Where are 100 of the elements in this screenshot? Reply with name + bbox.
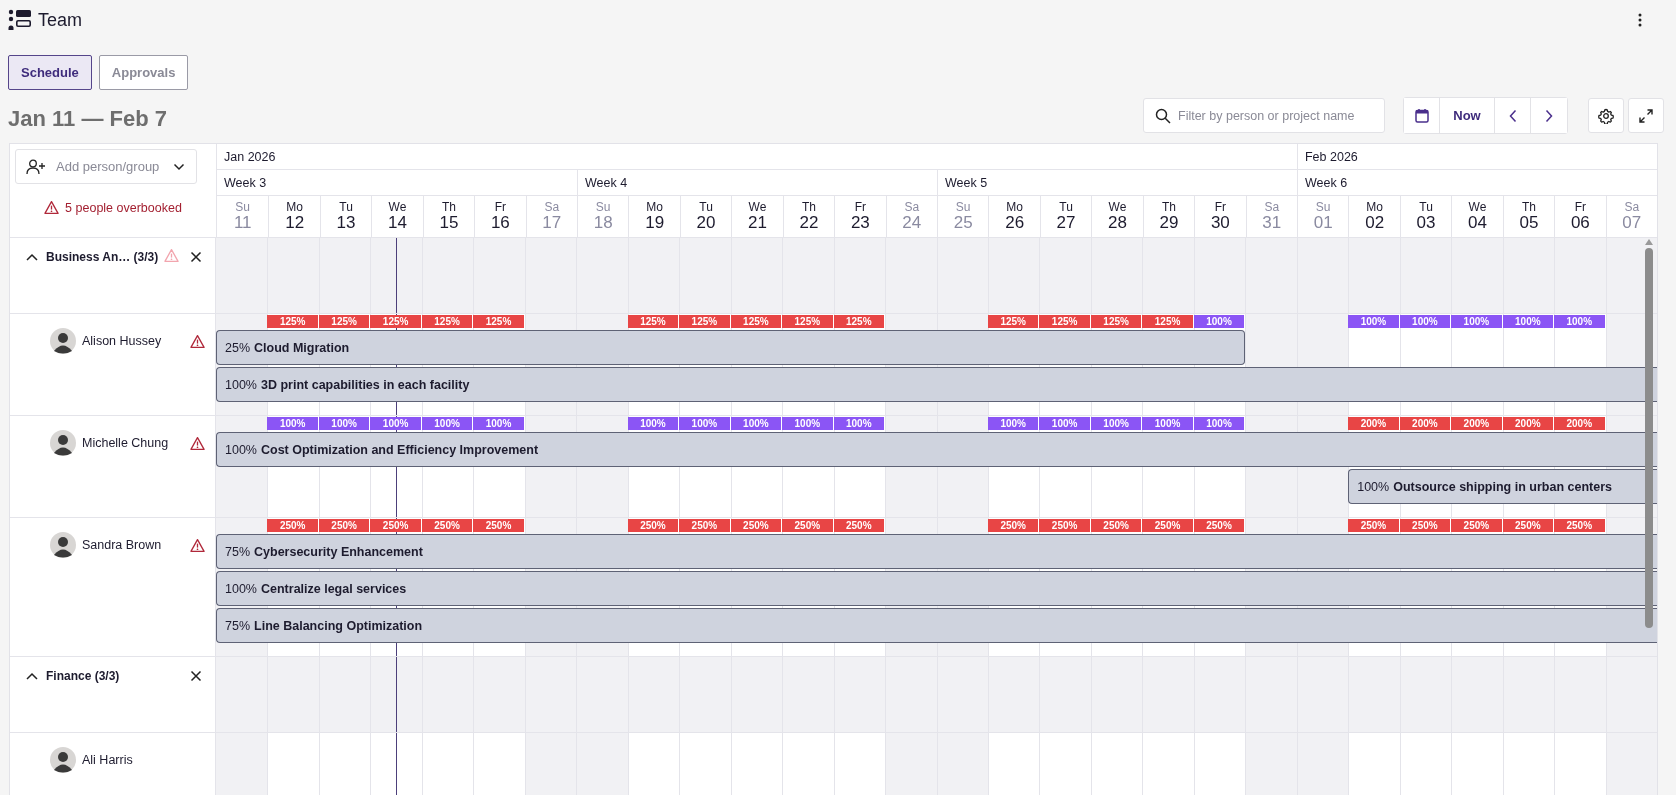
usage-chip: 250% <box>1039 519 1090 532</box>
usage-chip: 250% <box>782 519 833 532</box>
day-header: Tu 03 <box>1399 196 1452 237</box>
day-header: Sa 24 <box>885 196 937 237</box>
day-header: Th 29 <box>1142 196 1195 237</box>
usage-chip: 125% <box>987 315 1039 328</box>
day-header: We 21 <box>731 196 783 237</box>
usage-chip: 100% <box>1554 315 1605 328</box>
settings-icon[interactable] <box>1588 98 1624 133</box>
week-label: Week 5 <box>944 175 988 190</box>
booking-label: 100% Outsource shipping in urban centers <box>1357 479 1612 494</box>
usage-chip: 125% <box>627 315 679 328</box>
day-header: Fr 23 <box>834 196 886 237</box>
usage-chip: 100% <box>1090 417 1142 430</box>
team-icon <box>8 9 32 31</box>
day-header: Th 05 <box>1502 196 1555 237</box>
usage-chip: 125% <box>833 315 885 328</box>
usage-chip: 125% <box>421 315 473 328</box>
usage-chip: 250% <box>730 519 782 532</box>
day-header: Mo 19 <box>628 196 680 237</box>
scrollbar[interactable] <box>1645 248 1653 628</box>
day-header: Sa 31 <box>1245 196 1297 237</box>
day-header: Th 22 <box>782 196 835 237</box>
usage-chip: 100% <box>267 417 318 430</box>
avatar-icon <box>50 532 76 558</box>
usage-chip: 100% <box>421 417 473 430</box>
day-header: Sa 07 <box>1605 196 1657 237</box>
page-title: Team <box>38 9 82 31</box>
usage-chip: 125% <box>730 315 782 328</box>
usage-chip: 100% <box>627 417 679 430</box>
day-header: We 04 <box>1451 196 1503 237</box>
overbooked-warning: 5 people overbooked <box>65 200 182 215</box>
usage-chip: 250% <box>1193 519 1245 532</box>
day-header: Su 11 <box>232 199 253 234</box>
booking-label: 75% Cybersecurity Enhancement <box>225 544 423 559</box>
usage-chip: 125% <box>1090 315 1142 328</box>
warning-icon <box>44 200 60 215</box>
usage-chip: 250% <box>370 519 421 532</box>
usage-chip: 100% <box>833 417 885 430</box>
day-header: Th 15 <box>422 196 475 237</box>
avatar-icon <box>50 430 76 456</box>
usage-chip: 250% <box>421 519 473 532</box>
day-header: Fr 16 <box>474 196 526 237</box>
usage-chip: 250% <box>1554 519 1605 532</box>
day-header: Tu 27 <box>1039 196 1092 237</box>
group-name: Finance (3/3) <box>46 668 120 685</box>
usage-chip: 250% <box>318 519 370 532</box>
usage-chip: 100% <box>782 417 833 430</box>
usage-chip: 200% <box>1348 417 1399 430</box>
usage-chip: 125% <box>1039 315 1090 328</box>
scroll-up-icon[interactable] <box>1645 239 1653 245</box>
calendar-icon[interactable] <box>1404 98 1440 133</box>
person-name: Michelle Chung <box>82 436 169 450</box>
day-header: Sa 17 <box>525 196 577 237</box>
usage-chip: 250% <box>1142 519 1193 532</box>
usage-chip: 250% <box>987 519 1039 532</box>
usage-chip: 125% <box>1142 315 1193 328</box>
week-label: Week 3 <box>223 175 267 190</box>
usage-chip: 100% <box>987 417 1039 430</box>
usage-chip: 100% <box>1142 417 1193 430</box>
usage-chip: 125% <box>473 315 524 328</box>
usage-chip: 200% <box>1502 417 1554 430</box>
grid-cell <box>216 733 268 795</box>
day-header: Tu 20 <box>679 196 732 237</box>
person-name: Sandra Brown <box>82 538 162 552</box>
usage-chip: 250% <box>473 519 524 532</box>
usage-chip: 100% <box>1399 315 1451 328</box>
usage-chip: 100% <box>1193 417 1245 430</box>
day-header: Tu 13 <box>319 196 372 237</box>
usage-chip: 125% <box>318 315 370 328</box>
group-name: Business An… (3/3) <box>46 249 159 266</box>
expand-icon[interactable] <box>1628 98 1664 133</box>
tab[interactable]: Schedule <box>8 55 92 90</box>
usage-chip: 100% <box>1451 315 1502 328</box>
usage-chip: 100% <box>1502 315 1554 328</box>
day-header: Mo 02 <box>1348 196 1400 237</box>
booking-label: 75% Line Balancing Optimization <box>225 618 423 633</box>
more-menu-icon[interactable] <box>1636 11 1644 29</box>
day-header: Mo 26 <box>988 196 1040 237</box>
usage-chip: 250% <box>679 519 730 532</box>
usage-chip: 250% <box>1451 519 1502 532</box>
month-label: Feb 2026 <box>1304 149 1358 164</box>
avatar-icon <box>50 747 76 773</box>
chevron-down-icon <box>173 162 185 171</box>
usage-chip: 100% <box>679 417 730 430</box>
day-header: Su 25 <box>937 196 989 237</box>
booking-label: 100% Cost Optimization and Efficiency Improvement <box>225 442 539 457</box>
usage-chip: 100% <box>318 417 370 430</box>
tab[interactable]: Approvals <box>98 55 189 90</box>
search-field[interactable]: Filter by person or project name <box>1143 98 1385 133</box>
person-name: Alison Hussey <box>82 334 162 348</box>
add-person-dropdown[interactable]: Add person/group <box>15 149 197 184</box>
day-header: Su 01 <box>1297 196 1349 237</box>
avatar-icon <box>50 328 76 354</box>
usage-chip: 125% <box>370 315 421 328</box>
usage-chip: 100% <box>370 417 421 430</box>
usage-chip: 250% <box>1090 519 1142 532</box>
usage-chip: 100% <box>1039 417 1090 430</box>
usage-chip: 125% <box>267 315 318 328</box>
usage-chip: 200% <box>1399 417 1451 430</box>
